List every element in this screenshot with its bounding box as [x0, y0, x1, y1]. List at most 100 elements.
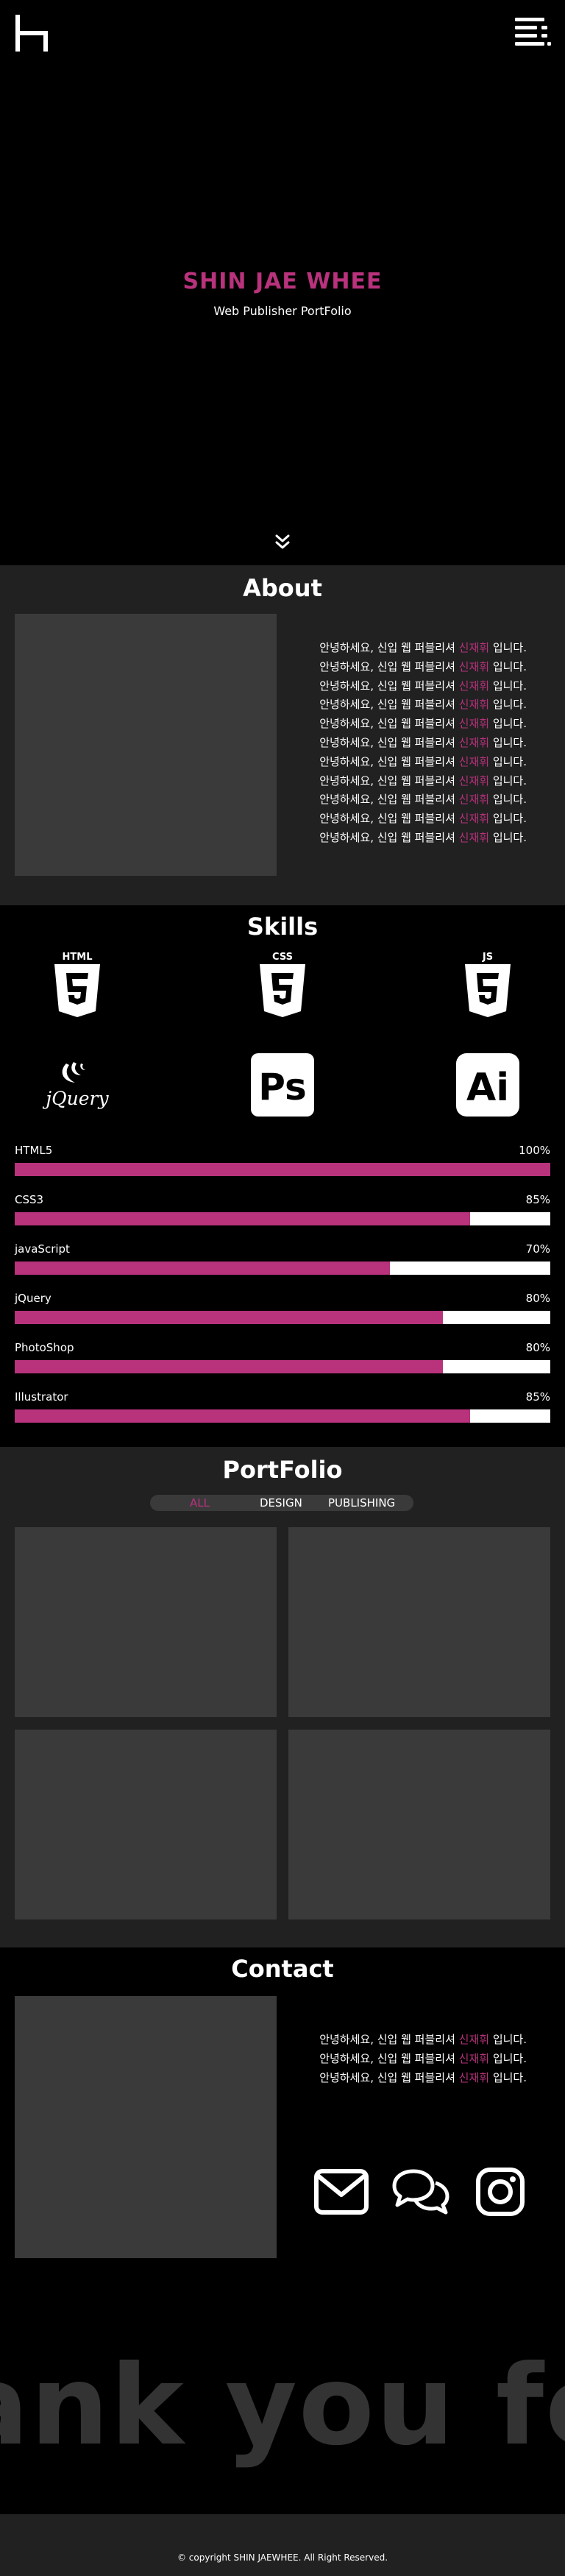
copyright-text: © copyright SHIN JAEWHEE. All Right Rese…: [177, 2552, 388, 2563]
contact-text: 안녕하세요, 신입 웹 퍼블리셔 신재휘 입니다. 안녕하세요, 신입 웹 퍼블리…: [319, 2030, 527, 2087]
intro-line-name: 신재휘: [458, 2071, 490, 2084]
skill-bar-javascript: javaScript 70%: [15, 1242, 550, 1292]
intro-line-text: 안녕하세요, 신입 웹 퍼블리셔: [319, 679, 459, 693]
filter-publishing-button[interactable]: PUBLISHING: [328, 1496, 395, 1510]
intro-line: 안녕하세요, 신입 웹 퍼블리셔 신재휘 입니다.: [319, 677, 527, 696]
intro-line-suffix: 입니다.: [489, 793, 527, 807]
intro-line-name: 신재휘: [458, 717, 490, 731]
portfolio-item[interactable]: [15, 1730, 277, 1919]
intro-line: 안녕하세요, 신입 웹 퍼블리셔 신재휘 입니다.: [319, 696, 527, 715]
css3-icon: CSS: [242, 949, 323, 1020]
skill-bar-css3: CSS3 85%: [15, 1193, 550, 1242]
photoshop-icon-label: Ps: [258, 1066, 307, 1108]
skill-bar-track: [15, 1360, 550, 1373]
css3-icon-label: CSS: [272, 952, 293, 963]
site-footer: © copyright SHIN JAEWHEE. All Right Rese…: [0, 2514, 565, 2576]
thanks-section: ank you for l: [0, 2279, 565, 2514]
intro-line: 안녕하세요, 신입 웹 퍼블리셔 신재휘 입니다.: [319, 658, 527, 677]
portfolio-item[interactable]: [288, 1730, 550, 1919]
intro-line-suffix: 입니다.: [489, 812, 527, 826]
intro-line-suffix: 입니다.: [489, 774, 527, 788]
skill-bar-percent: 70%: [525, 1242, 550, 1256]
photoshop-icon: Ps: [242, 1050, 323, 1120]
portfolio-filter: ALL DESIGN PUBLISHING: [150, 1495, 413, 1511]
intro-line-suffix: 입니다.: [489, 2071, 527, 2084]
intro-line-suffix: 입니다.: [489, 641, 527, 654]
filter-design-button[interactable]: DESIGN: [260, 1496, 302, 1510]
html5-icon-label: HTML: [63, 952, 93, 963]
intro-line-text: 안녕하세요, 신입 웹 퍼블리셔: [319, 793, 459, 807]
intro-line-name: 신재휘: [458, 812, 490, 826]
skill-bar-percent: 80%: [525, 1292, 550, 1305]
skill-bar-percent: 100%: [519, 1144, 550, 1157]
hero-section: SHIN JAE WHEE Web Publisher PortFolio: [0, 0, 565, 565]
filter-all-button[interactable]: ALL: [190, 1496, 210, 1510]
mail-icon[interactable]: [312, 2165, 371, 2218]
intro-line-text: 안녕하세요, 신입 웹 퍼블리셔: [319, 754, 459, 768]
portfolio-section: PortFolio ALL DESIGN PUBLISHING: [0, 1447, 565, 1947]
intro-line-text: 안녕하세요, 신입 웹 퍼블리셔: [319, 812, 459, 826]
intro-line-name: 신재휘: [458, 698, 490, 712]
skills-title: Skills: [246, 913, 319, 941]
skill-bar-fill: [15, 1409, 470, 1423]
intro-line-text: 안녕하세요, 신입 웹 퍼블리셔: [319, 717, 459, 731]
skill-bar-track: [15, 1262, 550, 1275]
skill-bar-fill: [15, 1163, 550, 1176]
chat-icon[interactable]: [391, 2165, 450, 2218]
intro-line-suffix: 입니다.: [489, 2033, 527, 2046]
skill-bar-jquery: jQuery 80%: [15, 1292, 550, 1341]
logo-icon[interactable]: [15, 15, 53, 52]
skill-bar-percent: 85%: [525, 1193, 550, 1206]
portfolio-title: PortFolio: [222, 1456, 343, 1484]
intro-line-suffix: 입니다.: [489, 754, 527, 768]
portfolio-item[interactable]: [288, 1527, 550, 1717]
intro-line: 안녕하세요, 신입 웹 퍼블리셔 신재휘 입니다.: [319, 810, 527, 829]
skill-bar-label: javaScript: [15, 1242, 70, 1256]
intro-line: 안녕하세요, 신입 웹 퍼블리셔 신재휘 입니다.: [319, 829, 527, 848]
intro-line-name: 신재휘: [458, 774, 490, 788]
contact-title: Contact: [231, 1955, 334, 1983]
intro-line: 안녕하세요, 신입 웹 퍼블리셔 신재휘 입니다.: [319, 753, 527, 772]
intro-line-text: 안녕하세요, 신입 웹 퍼블리셔: [319, 2071, 459, 2084]
intro-line-suffix: 입니다.: [489, 659, 527, 673]
skill-bar-track: [15, 1409, 550, 1423]
intro-line: 안녕하세요, 신입 웹 퍼블리셔 신재휘 입니다.: [319, 2030, 527, 2049]
skill-bar-illustrator: Illustrator 85%: [15, 1390, 550, 1440]
jquery-logo-label: jQuery: [42, 1088, 109, 1109]
skill-bar-percent: 80%: [525, 1341, 550, 1354]
intro-line-suffix: 입니다.: [489, 2052, 527, 2065]
skill-bar-label: PhotoShop: [15, 1341, 74, 1354]
portfolio-item[interactable]: [15, 1527, 277, 1717]
intro-line-name: 신재휘: [458, 793, 490, 807]
intro-line: 안녕하세요, 신입 웹 퍼블리셔 신재휘 입니다.: [319, 734, 527, 753]
intro-line-name: 신재휘: [458, 2033, 490, 2046]
illustrator-icon-label: Ai: [466, 1066, 509, 1110]
instagram-icon[interactable]: [471, 2165, 530, 2218]
intro-line-suffix: 입니다.: [489, 717, 527, 731]
about-photo-placeholder: [15, 614, 277, 876]
about-text: 안녕하세요, 신입 웹 퍼블리셔 신재휘 입니다. 안녕하세요, 신입 웹 퍼블리…: [319, 639, 527, 848]
skill-bar-fill: [15, 1360, 444, 1373]
thanks-marquee-text: ank you for l: [0, 2342, 565, 2470]
intro-line: 안녕하세요, 신입 웹 퍼블리셔 신재휘 입니다.: [319, 639, 527, 658]
skills-section: Skills HTML CSS JS jQuery Ps Ai HTML5 10…: [0, 905, 565, 1447]
intro-line: 안녕하세요, 신입 웹 퍼블리셔 신재휘 입니다.: [319, 790, 527, 810]
intro-line-suffix: 입니다.: [489, 830, 527, 844]
skill-bar-percent: 85%: [525, 1390, 550, 1404]
skill-bars: HTML5 100% CSS3 85% javaScript 70% jQuer…: [15, 1144, 550, 1440]
hamburger-menu-icon[interactable]: [514, 16, 552, 49]
intro-line: 안녕하세요, 신입 웹 퍼블리셔 신재휘 입니다.: [319, 772, 527, 791]
contact-photo-placeholder: [15, 1996, 277, 2258]
intro-line: 안녕하세요, 신입 웹 퍼블리셔 신재휘 입니다.: [319, 2068, 527, 2087]
skill-bar-html5: HTML5 100%: [15, 1144, 550, 1193]
intro-line-text: 안녕하세요, 신입 웹 퍼블리셔: [319, 2052, 459, 2065]
intro-line-text: 안녕하세요, 신입 웹 퍼블리셔: [319, 2033, 459, 2046]
about-section: About 안녕하세요, 신입 웹 퍼블리셔 신재휘 입니다. 안녕하세요, 신입…: [0, 565, 565, 905]
intro-line-text: 안녕하세요, 신입 웹 퍼블리셔: [319, 659, 459, 673]
skill-bar-label: HTML5: [15, 1144, 53, 1157]
intro-line-name: 신재휘: [458, 2052, 490, 2065]
intro-line-name: 신재휘: [458, 754, 490, 768]
scroll-down-icon[interactable]: [272, 531, 293, 553]
skill-bar-track: [15, 1212, 550, 1225]
site-header: [0, 0, 565, 66]
